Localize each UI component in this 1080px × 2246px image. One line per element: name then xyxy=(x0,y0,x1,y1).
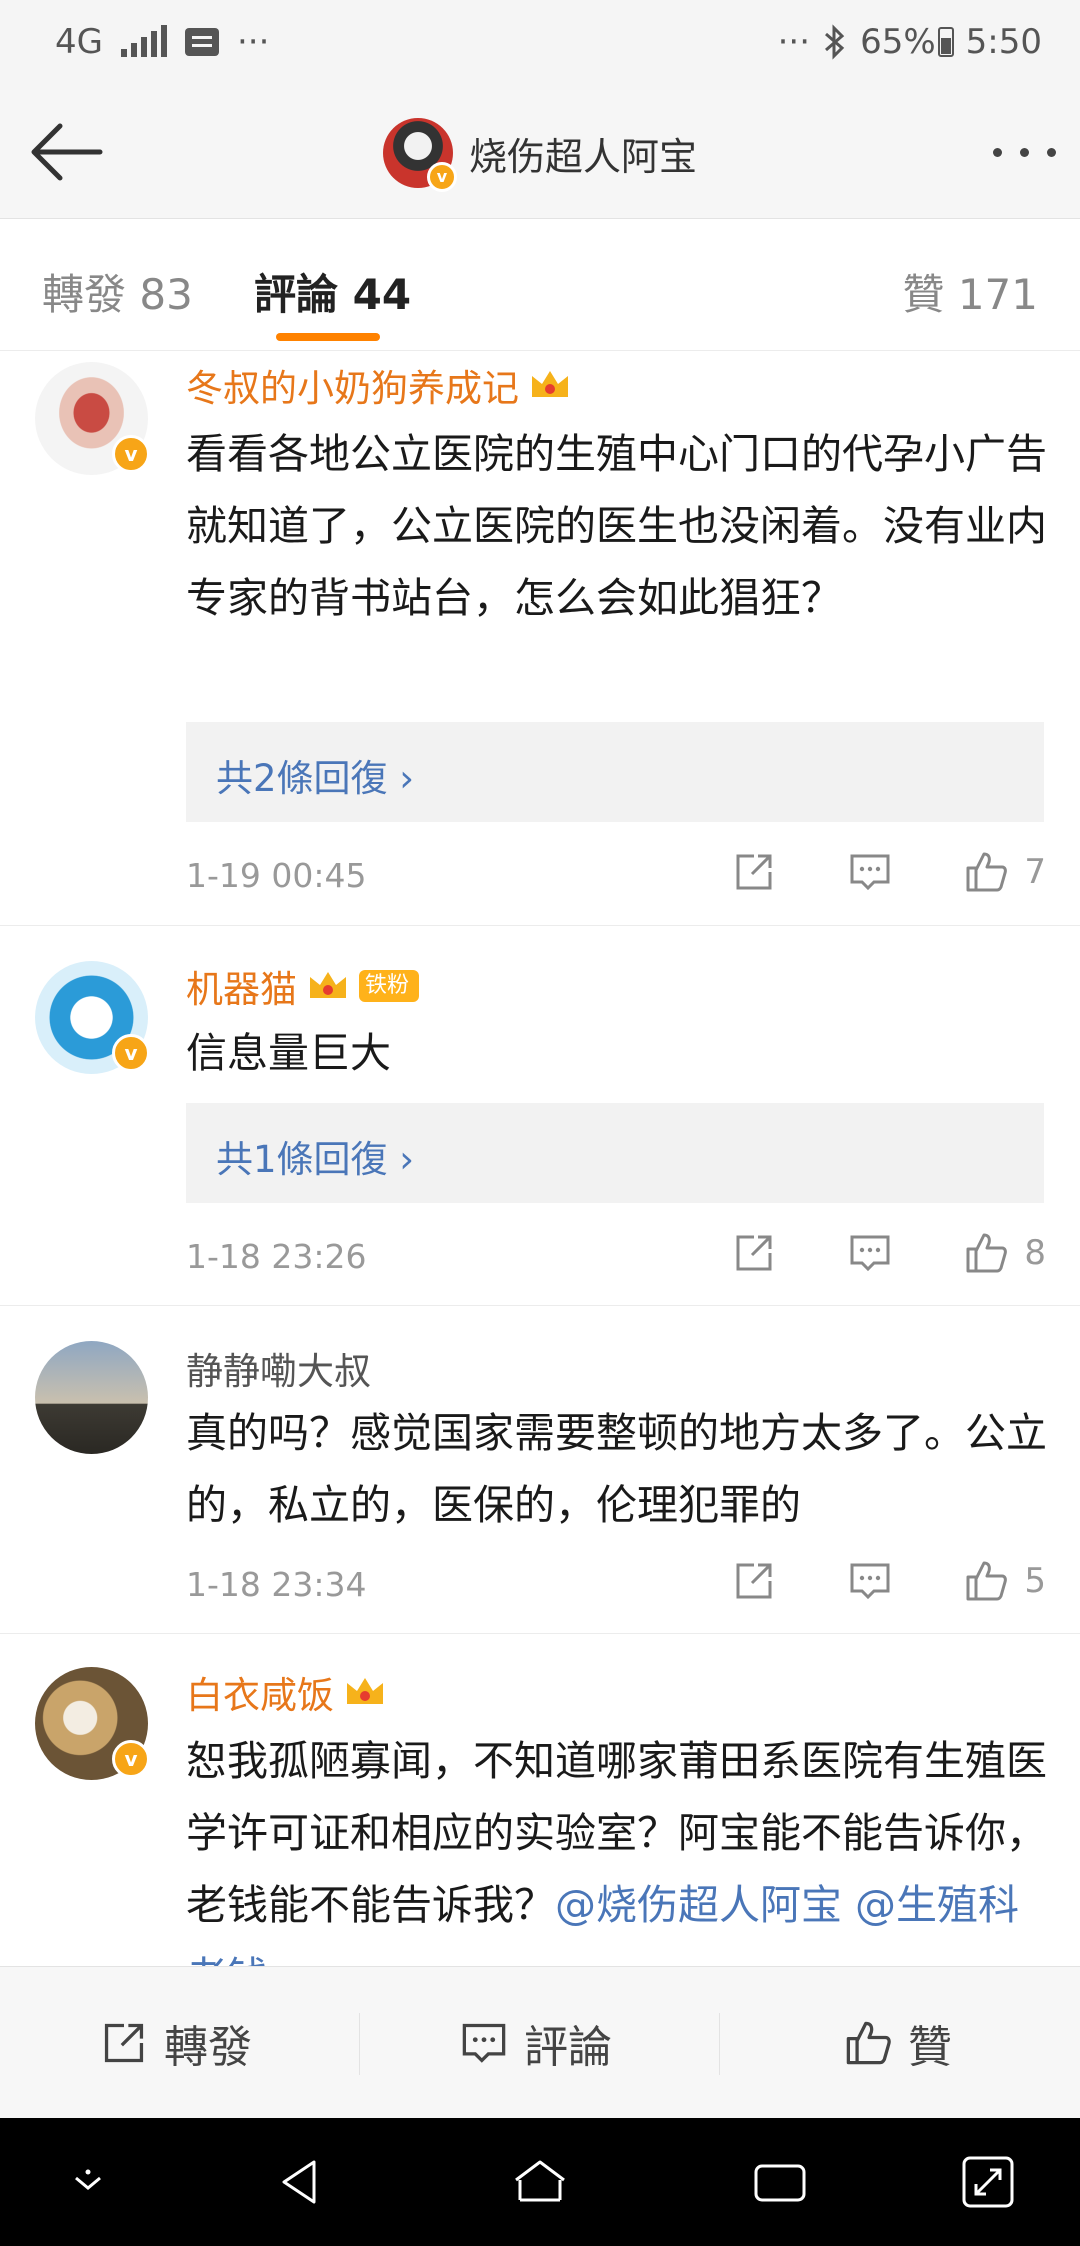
like-count: 5 xyxy=(1024,1561,1046,1601)
comment-item: v 白衣咸饭 恕我孤陋寡闻，不知道哪家莆田系医院有生殖医学许可证和相应的实验室？… xyxy=(0,1633,1080,1966)
bottom-action-bar: 轉發 評論 贊 xyxy=(0,1966,1080,2119)
replies-link[interactable]: 共1條回復 › xyxy=(186,1103,1044,1203)
more-options-icon[interactable] xyxy=(993,148,1056,157)
comment-username[interactable]: 静静嘞大叔 xyxy=(186,1341,371,1395)
comment-item: 静静嘞大叔 真的吗？感觉国家需要整顿的地方太多了。公立的，私立的，医保的，伦理犯… xyxy=(0,1305,1080,1634)
share-icon[interactable] xyxy=(732,850,776,894)
repost-icon xyxy=(104,2023,144,2063)
comment-username[interactable]: 冬叔的小奶狗养成记 xyxy=(186,358,519,412)
tab-reposts[interactable]: 轉發 83 xyxy=(42,261,193,322)
divider xyxy=(359,2013,360,2075)
share-icon[interactable] xyxy=(732,1559,776,1603)
comment-user-row: 冬叔的小奶狗养成记 xyxy=(186,358,571,412)
author-avatar[interactable]: v xyxy=(382,118,457,192)
tab-bar: 轉發 83 評論 44 贊 171 xyxy=(0,219,1080,351)
comment-text: 真的吗？感觉国家需要整顿的地方太多了。公立的，私立的，医保的，伦理犯罪的 xyxy=(186,1409,1047,1529)
share-icon[interactable] xyxy=(732,1231,776,1275)
like-count: 7 xyxy=(1024,852,1046,892)
user-avatar[interactable]: v xyxy=(35,362,150,475)
replies-count: 共1條回復 xyxy=(216,1138,388,1181)
comment-user-row: 机器猫 铁粉 xyxy=(186,959,420,1013)
active-tab-indicator xyxy=(276,333,380,341)
comment-button[interactable]: 評論 xyxy=(460,2011,612,2075)
comment-user-row: 白衣咸饭 xyxy=(186,1665,386,1719)
comment-item: v 机器猫 铁粉 信息量巨大 共1條回復 › 1-18 23:26 8 xyxy=(0,925,1080,1306)
reply-icon[interactable] xyxy=(848,850,892,894)
more-notifications-indicator: ··· xyxy=(236,22,270,62)
like-icon[interactable] xyxy=(964,850,1008,894)
fan-badge: 铁粉 xyxy=(359,970,420,1002)
comment-actions: 8 xyxy=(732,1231,1046,1275)
user-avatar[interactable]: v xyxy=(35,1667,150,1780)
comment-label: 評論 xyxy=(524,2022,612,2073)
reply-icon[interactable] xyxy=(848,1231,892,1275)
home-icon[interactable] xyxy=(510,2152,570,2212)
back-icon[interactable] xyxy=(270,2152,330,2212)
comment-item: v 冬叔的小奶狗养成记 看看各地公立医院的生殖中心门口的代孕小广告就知道了，公立… xyxy=(0,350,1080,926)
user-avatar[interactable]: v xyxy=(35,961,150,1074)
crown-icon xyxy=(347,1678,383,1704)
network-indicator: 4G xyxy=(55,22,103,62)
title-bar: v 烧伤超人阿宝 xyxy=(0,90,1080,219)
more-status-indicator: ··· xyxy=(777,22,811,62)
clock: 5:50 xyxy=(965,22,1042,62)
tab-comments[interactable]: 評論 44 xyxy=(254,261,411,322)
repost-label: 轉發 xyxy=(164,2022,252,2073)
signal-icon xyxy=(120,25,167,59)
replies-link[interactable]: 共2條回復 › xyxy=(186,722,1044,822)
page-title: 烧伤超人阿宝 xyxy=(468,134,697,179)
divider xyxy=(719,2013,720,2075)
screen-rotate-icon[interactable] xyxy=(958,2152,1018,2212)
verified-badge-icon: v xyxy=(112,1034,150,1072)
replies-count: 共2條回復 xyxy=(216,757,388,800)
crown-icon xyxy=(310,972,346,998)
battery-icon xyxy=(937,27,954,57)
comment-actions: 5 xyxy=(732,1559,1046,1603)
comment-time: 1-19 00:45 xyxy=(186,856,367,895)
user-avatar[interactable] xyxy=(35,1341,148,1454)
verified-badge-icon: v xyxy=(426,162,457,192)
comment-text: 看看各地公立医院的生殖中心门口的代孕小广告就知道了，公立医院的医生也没闲着。没有… xyxy=(186,430,1047,622)
hide-keyboard-icon[interactable] xyxy=(58,2152,118,2212)
repost-button[interactable]: 轉發 xyxy=(100,2011,252,2075)
comment-time: 1-18 23:26 xyxy=(186,1237,367,1276)
verified-badge-icon: v xyxy=(112,1740,150,1778)
verified-badge-icon: v xyxy=(112,435,150,473)
like-count: 8 xyxy=(1024,1233,1046,1273)
battery-percent: 65% xyxy=(860,22,936,62)
comment-user-row: 静静嘞大叔 xyxy=(186,1341,371,1395)
status-bar: 4G ··· ··· 65% 5:50 xyxy=(0,0,1080,90)
system-nav-bar xyxy=(0,2118,1080,2246)
like-label: 贊 xyxy=(908,2022,952,2073)
message-icon xyxy=(184,28,219,56)
comment-text: 信息量巨大 xyxy=(186,1029,391,1077)
like-icon[interactable] xyxy=(964,1559,1008,1603)
comment-time: 1-18 23:34 xyxy=(186,1565,367,1604)
crown-icon xyxy=(532,371,568,397)
recent-apps-icon[interactable] xyxy=(750,2152,810,2212)
comment-actions: 7 xyxy=(732,850,1046,894)
like-button[interactable]: 贊 xyxy=(844,2011,952,2075)
bluetooth-icon xyxy=(825,24,845,60)
comment-icon xyxy=(462,2023,506,2063)
tab-likes[interactable]: 贊 171 xyxy=(902,261,1038,322)
like-icon[interactable] xyxy=(964,1231,1008,1275)
like-icon xyxy=(846,2021,891,2065)
comment-text: 恕我孤陋寡闻，不知道哪家莆田系医院有生殖医学许可证和相应的实验室？阿宝能不能告诉… xyxy=(186,1725,1056,1966)
comment-username[interactable]: 白衣咸饭 xyxy=(186,1665,334,1719)
reply-icon[interactable] xyxy=(848,1559,892,1603)
comment-username[interactable]: 机器猫 xyxy=(186,959,297,1013)
